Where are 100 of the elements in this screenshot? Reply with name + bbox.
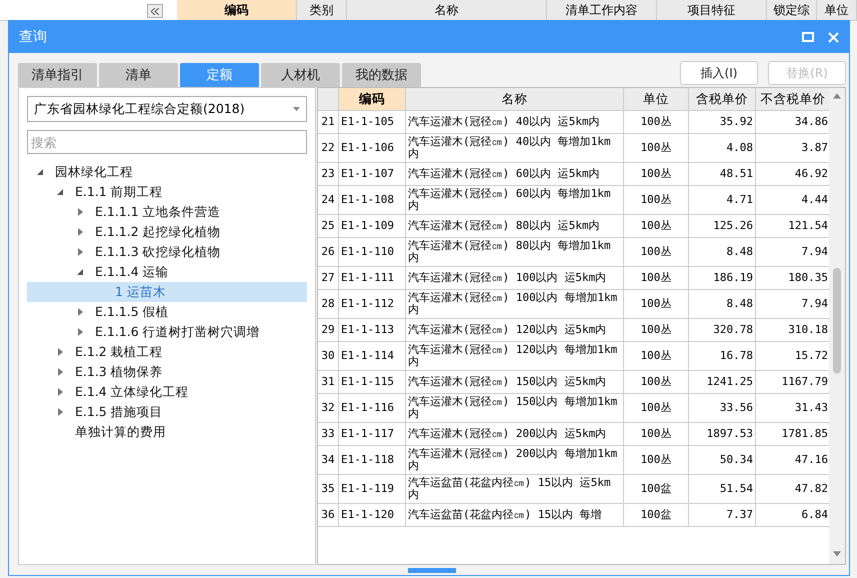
table-cell: 100丛	[624, 186, 689, 215]
table-cell: E1-1-109	[339, 215, 406, 238]
table-cell: 8.48	[689, 238, 756, 267]
table-cell: E1-1-113	[339, 319, 406, 342]
maximize-icon[interactable]	[802, 32, 814, 42]
table-cell: 汽车运灌木(冠径㎝) 150以内 运5km内	[406, 371, 624, 394]
search-field[interactable]: 搜索	[27, 130, 307, 154]
column-header[interactable]: 名称	[406, 88, 624, 111]
row-number: 23	[318, 163, 339, 186]
tree-item[interactable]: 单独计算的费用	[27, 422, 307, 442]
table-cell: 100丛	[624, 394, 689, 423]
table-cell: 100丛	[624, 290, 689, 319]
table-cell: E1-1-115	[339, 371, 406, 394]
column-header[interactable]: 不含税单价	[756, 88, 829, 111]
tree-item[interactable]: E.1.3 植物保养	[27, 362, 307, 382]
library-dropdown[interactable]: 广东省园林绿化工程综合定额(2018)	[27, 96, 307, 122]
dropdown-caret-icon	[293, 107, 300, 111]
table-cell: E1-1-111	[339, 267, 406, 290]
table-cell: E1-1-119	[339, 475, 406, 504]
row-number: 34	[318, 446, 339, 475]
insert-button[interactable]: 插入(I)	[680, 61, 758, 85]
table-cell: 汽车运灌木(冠径㎝) 80以内 每增加1km内	[406, 238, 624, 267]
tree-item[interactable]: 1 运苗木	[27, 282, 307, 302]
table-cell: 100丛	[624, 134, 689, 163]
row-number: 24	[318, 186, 339, 215]
column-header[interactable]: 编码	[339, 88, 406, 111]
table-cell: 125.26	[689, 215, 756, 238]
table-cell: E1-1-107	[339, 163, 406, 186]
tree-item[interactable]: E.1.2 栽植工程	[27, 342, 307, 362]
column-header: 编码	[177, 0, 297, 20]
expanded-icon[interactable]	[75, 267, 85, 277]
table-cell: E1-1-116	[339, 394, 406, 423]
table-cell: E1-1-114	[339, 342, 406, 371]
table-cell: 4.71	[689, 186, 756, 215]
tree-item[interactable]: E.1.1.4 运输	[27, 262, 307, 282]
table-cell: E1-1-110	[339, 238, 406, 267]
table-cell: 48.51	[689, 163, 756, 186]
table-cell: E1-1-118	[339, 446, 406, 475]
table-cell: 4.08	[689, 134, 756, 163]
table-cell: 1241.25	[689, 371, 756, 394]
row-number: 35	[318, 475, 339, 504]
column-header: 名称	[347, 0, 547, 20]
row-number: 30	[318, 342, 339, 371]
table-cell: 1897.53	[689, 423, 756, 446]
tree-item[interactable]: E.1.4 立体绿化工程	[27, 382, 307, 402]
table-cell: 50.34	[689, 446, 756, 475]
tree-item[interactable]: E.1.1.3 砍挖绿化植物	[27, 242, 307, 262]
tree-item[interactable]: E.1.1.5 假植	[27, 302, 307, 322]
tree-item[interactable]: E.1.1.1 立地条件营造	[27, 202, 307, 222]
tree-item[interactable]: E.1.1.6 行道树打凿树穴调增	[27, 322, 307, 342]
tab[interactable]: 我的数据	[342, 63, 421, 87]
table-cell: E1-1-112	[339, 290, 406, 319]
column-header: 清单工作内容	[547, 0, 657, 20]
table-cell: 100丛	[624, 342, 689, 371]
table-cell: 7.37	[689, 504, 756, 527]
table-cell: 51.54	[689, 475, 756, 504]
tree-item[interactable]: E.1.1 前期工程	[27, 182, 307, 202]
row-number: 36	[318, 504, 339, 527]
row-number: 32	[318, 394, 339, 423]
tree-item[interactable]: E.1.1.2 起挖绿化植物	[27, 222, 307, 242]
table-cell: 汽车运灌木(冠径㎝) 120以内 运5km内	[406, 319, 624, 342]
table-cell: 33.56	[689, 394, 756, 423]
table-cell: 100丛	[624, 423, 689, 446]
row-number: 26	[318, 238, 339, 267]
table-cell: 汽车运灌木(冠径㎝) 60以内 每增加1km内	[406, 186, 624, 215]
splitter-handle[interactable]	[408, 568, 456, 572]
table-cell: 100丛	[624, 163, 689, 186]
table-cell: 汽车运灌木(冠径㎝) 100以内 运5km内	[406, 267, 624, 290]
table-cell: 35.92	[689, 111, 756, 134]
table-cell: 100丛	[624, 267, 689, 290]
table-cell: 100丛	[624, 319, 689, 342]
table-cell: E1-1-108	[339, 186, 406, 215]
table-cell: 100丛	[624, 238, 689, 267]
column-header: 单位	[817, 0, 857, 20]
table-cell: 8.48	[689, 290, 756, 319]
tab[interactable]: 清单	[99, 63, 178, 87]
table-cell: 100丛	[624, 111, 689, 134]
table-cell: 100丛	[624, 215, 689, 238]
table-cell: 16.78	[689, 342, 756, 371]
column-header[interactable]: 单位	[624, 88, 689, 111]
table-cell: E1-1-120	[339, 504, 406, 527]
close-icon[interactable]	[828, 32, 839, 42]
table-cell: E1-1-105	[339, 111, 406, 134]
scrollbar[interactable]	[829, 88, 845, 564]
tab[interactable]: 清单指引	[18, 63, 97, 87]
row-number: 31	[318, 371, 339, 394]
tab[interactable]: 人材机	[261, 63, 340, 87]
window-title: 查询	[19, 28, 48, 46]
table-cell: 汽车运灌木(冠径㎝) 80以内 运5km内	[406, 215, 624, 238]
table-cell: 汽车运灌木(冠径㎝) 60以内 运5km内	[406, 163, 624, 186]
row-number: 28	[318, 290, 339, 319]
tree-item[interactable]: E.1.5 措施项目	[27, 402, 307, 422]
column-header[interactable]: 含税单价	[689, 88, 756, 111]
tree-item[interactable]: 园林绿化工程	[27, 162, 307, 182]
table-cell: 汽车运灌木(冠径㎝) 120以内 每增加1km内	[406, 342, 624, 371]
header-corner	[318, 88, 339, 111]
collapse-button[interactable]	[147, 4, 163, 18]
double-chevron-icon	[151, 8, 159, 14]
table-cell: 186.19	[689, 267, 756, 290]
table-cell: 100盆	[624, 475, 689, 504]
